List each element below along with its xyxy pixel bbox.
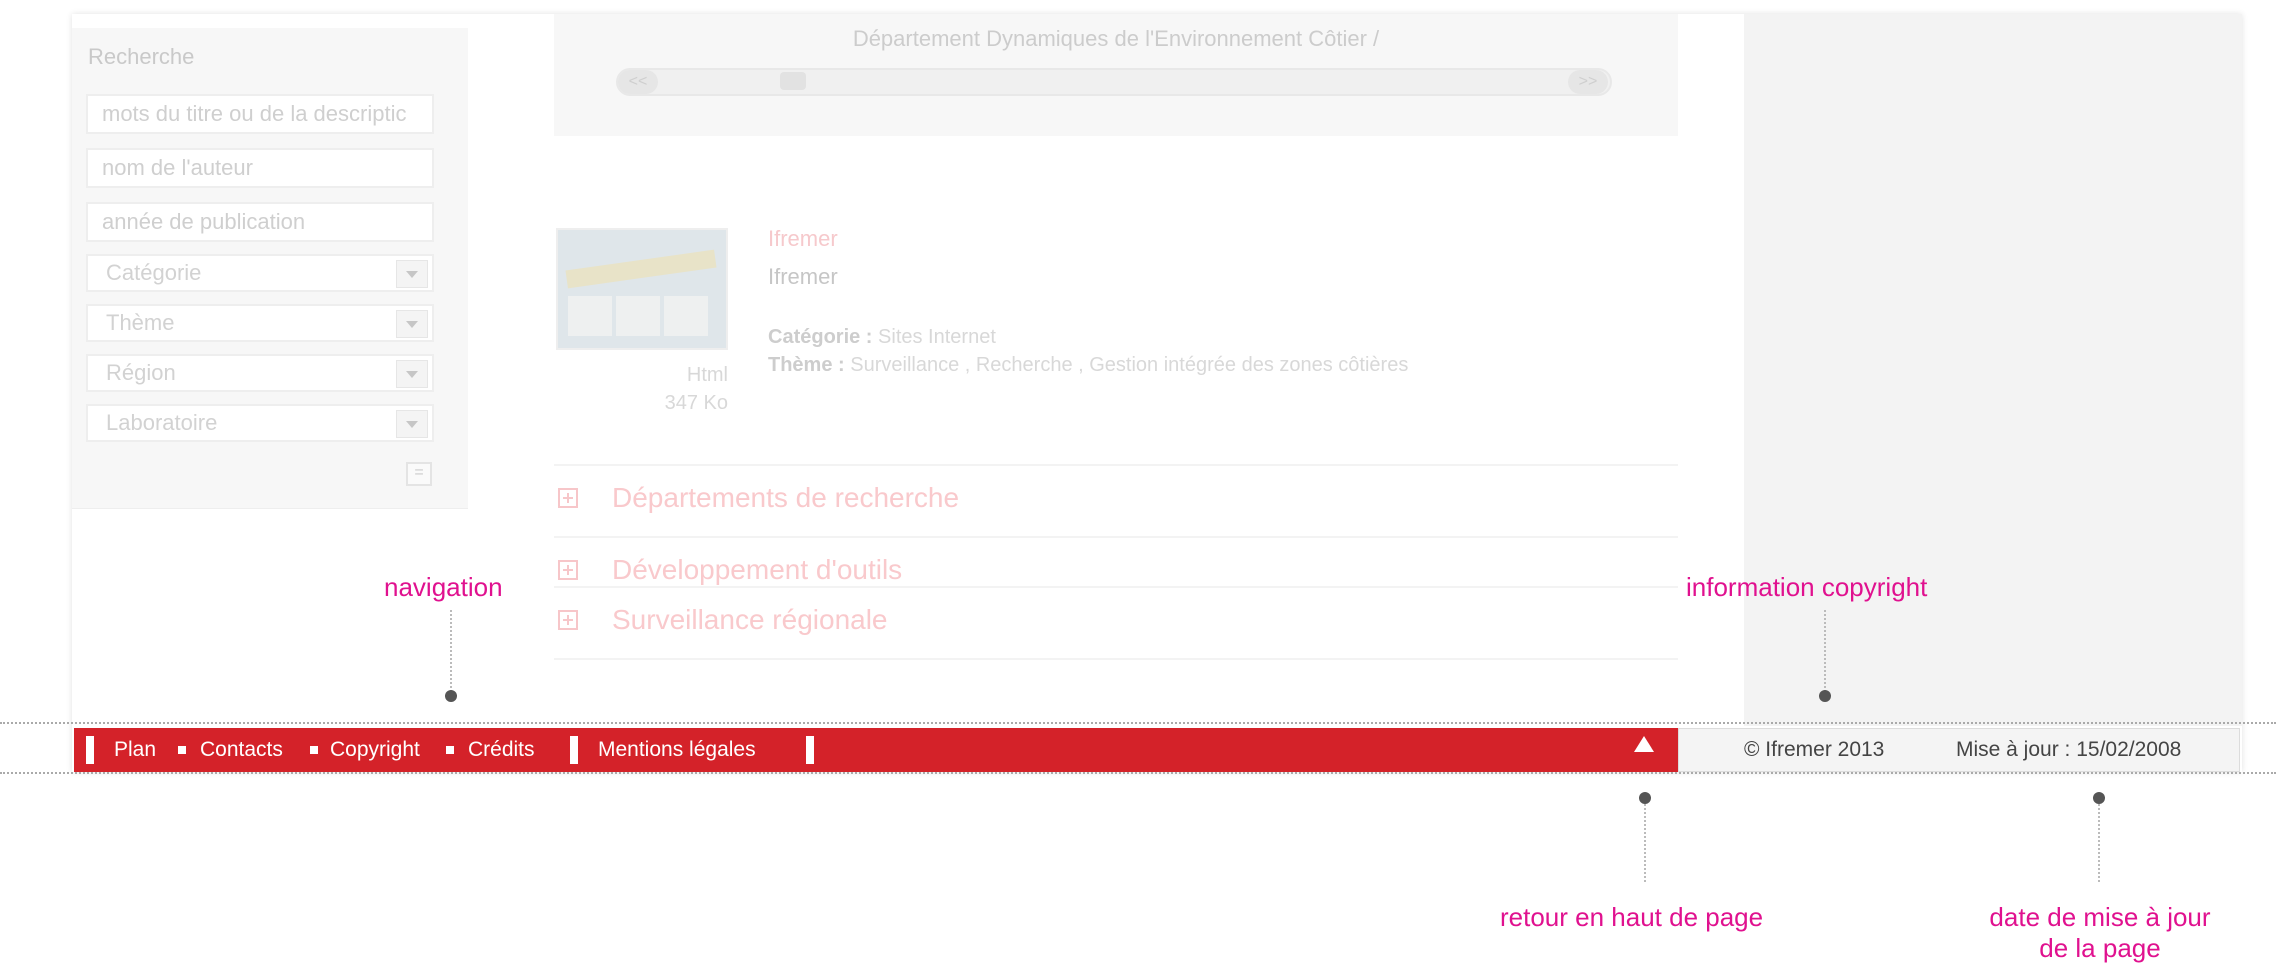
region-select-label: Région (106, 360, 176, 385)
region-select[interactable]: Région (86, 354, 434, 392)
separator-square (178, 746, 186, 754)
thumbnail-graphic (565, 249, 717, 289)
chevron-down-icon[interactable] (396, 410, 428, 438)
annotation-leader (450, 610, 452, 696)
thumbnail-panel (616, 296, 660, 336)
document-category: Catégorie : Sites Internet (768, 326, 996, 349)
accordion-item-departements[interactable]: Départements de recherche (554, 464, 1678, 536)
thumbnail-panel (568, 296, 612, 336)
scroll-thumb[interactable] (780, 72, 806, 90)
update-date-text: Mise à jour : 15/02/2008 (1956, 738, 2182, 761)
footer-link-credits[interactable]: Crédits (468, 738, 535, 762)
footer-link-plan[interactable]: Plan (114, 738, 156, 762)
annotation-back-to-top: retour en haut de page (1500, 902, 1764, 932)
separator-bar (806, 736, 814, 764)
scroll-prev-button[interactable]: << (618, 70, 658, 94)
document-size: 347 Ko (664, 392, 728, 414)
footer-link-contacts[interactable]: Contacts (200, 738, 283, 762)
guide-line-bottom (0, 772, 2276, 774)
annotation-copyright: information copyright (1686, 572, 1928, 602)
theme-select-label: Thème (106, 310, 175, 335)
guide-line-top (0, 722, 2276, 724)
document-link[interactable]: Ifremer (768, 226, 838, 252)
annotation-leader (2098, 804, 2100, 882)
chevron-down-icon[interactable] (396, 310, 428, 338)
annotation-update-date-line2: de la page (2039, 933, 2161, 963)
expand-icon[interactable] (558, 560, 578, 580)
annotation-dot (1819, 690, 1831, 702)
theme-select[interactable]: Thème (86, 304, 434, 342)
document-name: Ifremer (768, 264, 838, 289)
annotation-navigation: navigation (384, 572, 503, 602)
year-search-input[interactable]: année de publication (86, 202, 434, 242)
search-submit-button[interactable]: = (406, 462, 432, 486)
annotation-dot (1639, 792, 1651, 804)
title-search-input[interactable]: mots du titre ou de la descriptic (86, 94, 434, 134)
back-to-top-icon[interactable] (1634, 736, 1654, 752)
accordion-label: Départements de recherche (612, 482, 960, 513)
author-search-input[interactable]: nom de l'auteur (86, 148, 434, 188)
laboratory-select[interactable]: Laboratoire (86, 404, 434, 442)
annotation-leader (1824, 610, 1826, 696)
chevron-down-icon[interactable] (396, 260, 428, 288)
document-format: Html (686, 364, 728, 386)
category-select[interactable]: Catégorie (86, 254, 434, 292)
annotation-update-date: date de mise à jour de la page (1950, 902, 2250, 964)
category-label: Catégorie : (768, 326, 873, 348)
divider (554, 658, 1678, 660)
footer-link-copyright[interactable]: Copyright (330, 738, 420, 762)
accordion-label: Surveillance régionale (612, 604, 888, 635)
laboratory-select-label: Laboratoire (106, 410, 218, 435)
category-select-label: Catégorie (106, 260, 202, 285)
right-panel (1744, 14, 2242, 726)
breadcrumb: Département Dynamiques de l'Environnemen… (852, 26, 1380, 51)
annotation-leader (1644, 804, 1646, 882)
accordion-item-surveillance[interactable]: Surveillance régionale (554, 586, 1678, 658)
separator-square (310, 746, 318, 754)
scroll-next-button[interactable]: >> (1568, 70, 1608, 94)
footer-link-mentions[interactable]: Mentions légales (598, 738, 756, 762)
scroll-track[interactable] (616, 68, 1612, 96)
accordion-label: Développement d'outils (612, 554, 903, 585)
annotation-dot (2093, 792, 2105, 804)
annotation-update-date-line1: date de mise à jour (1989, 902, 2211, 932)
thumbnail-panel (664, 296, 708, 336)
expand-icon[interactable] (558, 488, 578, 508)
theme-value: Surveillance , Recherche , Gestion intég… (850, 354, 1409, 376)
separator-square (446, 746, 454, 754)
expand-icon[interactable] (558, 610, 578, 630)
separator-bar (86, 736, 94, 764)
search-title: Recherche (88, 44, 195, 69)
category-value: Sites Internet (878, 326, 996, 348)
chevron-down-icon[interactable] (396, 360, 428, 388)
document-thumbnail[interactable] (556, 228, 728, 350)
theme-label: Thème : (768, 354, 845, 376)
document-theme: Thème : Surveillance , Recherche , Gesti… (768, 354, 1408, 377)
annotation-dot (445, 690, 457, 702)
separator-bar (570, 736, 578, 764)
copyright-text: © Ifremer 2013 (1744, 738, 1885, 761)
